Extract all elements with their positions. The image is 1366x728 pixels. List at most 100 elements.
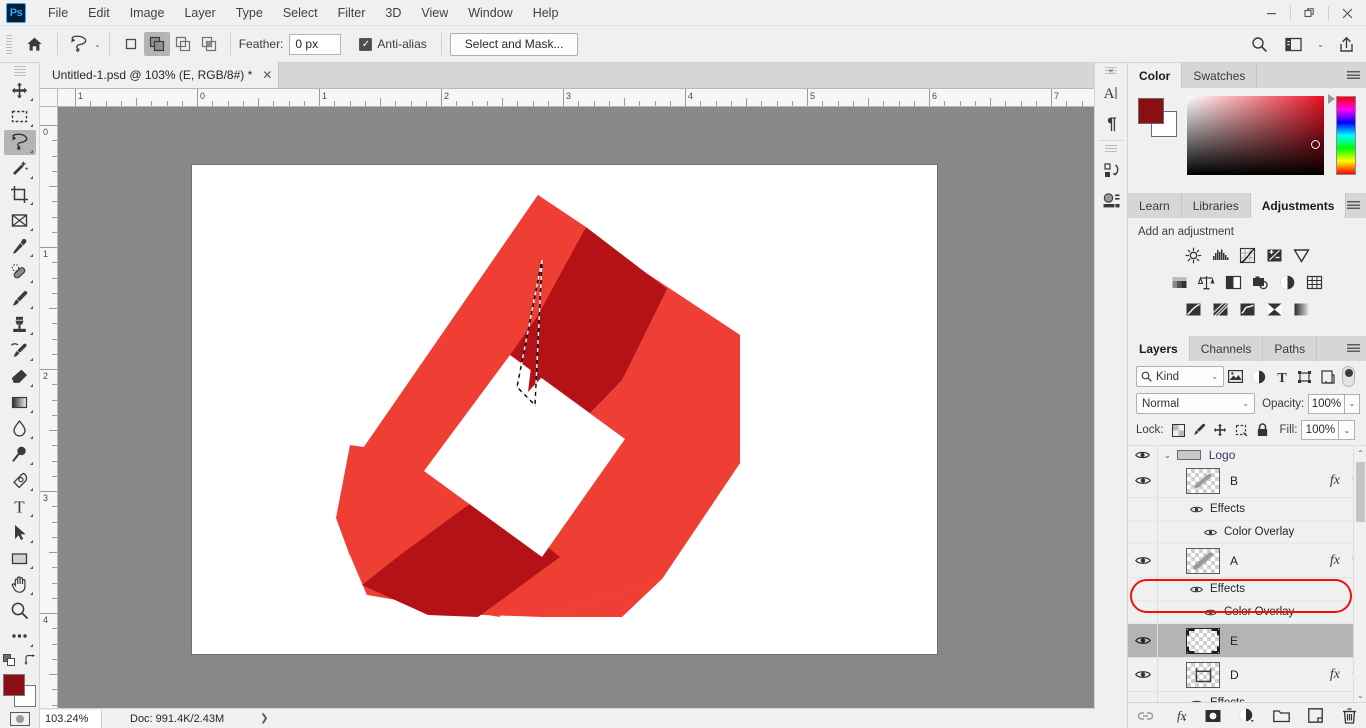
tab-swatches[interactable]: Swatches — [1182, 63, 1258, 88]
layer-filter-chevron-icon[interactable]: ⌄ — [1211, 372, 1218, 381]
menu-type[interactable]: Type — [226, 1, 273, 25]
add-layer-mask-icon[interactable] — [1204, 707, 1222, 725]
zoom-level-input[interactable]: 103.24% — [40, 709, 102, 728]
new-layer-icon[interactable] — [1306, 707, 1324, 725]
menu-select[interactable]: Select — [273, 1, 328, 25]
menu-edit[interactable]: Edit — [78, 1, 120, 25]
group-expand-chevron-icon[interactable]: ⌄ — [1164, 451, 1171, 460]
lock-artboard-nesting-icon[interactable] — [1231, 420, 1252, 440]
pen-tool[interactable] — [4, 468, 36, 493]
search-icon[interactable] — [1247, 32, 1271, 56]
exposure-icon[interactable] — [1264, 245, 1284, 265]
filter-smart-object-icon[interactable] — [1316, 366, 1339, 387]
tab-adjustments[interactable]: Adjustments — [1250, 193, 1347, 218]
clone-stamp-tool[interactable] — [4, 312, 36, 337]
color-overlay-visibility-icon-a[interactable] — [1202, 608, 1218, 617]
layer-row-b[interactable]: B fx ⌃ — [1128, 464, 1366, 498]
paragraph-panel-icon[interactable]: ¶ — [1095, 108, 1129, 138]
layer-visibility-icon-b[interactable] — [1128, 464, 1158, 497]
menu-filter[interactable]: Filter — [328, 1, 376, 25]
crop-tool[interactable] — [4, 182, 36, 207]
layer-thumbnail-a[interactable] — [1186, 547, 1220, 574]
canvas-area[interactable] — [58, 107, 1095, 708]
layer-color-overlay-row-a[interactable]: Color Overlay — [1128, 601, 1366, 624]
brush-tool[interactable] — [4, 286, 36, 311]
effects-visibility-icon-d[interactable] — [1188, 699, 1204, 702]
layer-name-e[interactable]: E — [1230, 634, 1238, 648]
document-tab-close-icon[interactable]: ✕ — [262, 68, 272, 82]
layer-effects-row-b[interactable]: Effects — [1128, 498, 1366, 521]
eyedropper-tool[interactable] — [4, 234, 36, 259]
color-field[interactable] — [1187, 96, 1325, 175]
tool-preset-chevron-icon[interactable]: ⌄ — [94, 40, 101, 49]
share-icon[interactable] — [1334, 32, 1358, 56]
invert-icon[interactable] — [1183, 299, 1203, 319]
workspace-switcher-icon[interactable] — [1281, 32, 1305, 56]
layer-row-d[interactable]: D fx ⌃ — [1128, 658, 1366, 692]
lasso-tool-icon[interactable] — [66, 31, 92, 57]
layer-visibility-icon-d[interactable] — [1128, 658, 1158, 691]
posterize-icon[interactable] — [1210, 299, 1230, 319]
adjustments-panel-menu-icon[interactable] — [1347, 193, 1360, 218]
magic-wand-tool[interactable] — [4, 156, 36, 181]
collapse-panels-icon[interactable]: « — [1094, 63, 1128, 77]
layer-visibility-icon-logo[interactable] — [1128, 446, 1158, 464]
opacity-stepper-icon[interactable]: ⌄ — [1344, 393, 1360, 414]
minimize-button[interactable] — [1253, 0, 1290, 26]
layer-visibility-icon-a[interactable] — [1128, 544, 1158, 577]
gradient-map-icon[interactable] — [1264, 299, 1284, 319]
link-layers-icon[interactable] — [1136, 707, 1154, 725]
history-panel-icon[interactable] — [1095, 156, 1129, 186]
menu-image[interactable]: Image — [120, 1, 175, 25]
black-white-icon[interactable] — [1224, 272, 1244, 292]
layer-filter-kind-select[interactable]: Kind ⌄ — [1136, 366, 1224, 387]
hue-saturation-icon[interactable] — [1170, 272, 1190, 292]
layer-name-logo[interactable]: Logo — [1209, 448, 1236, 462]
opacity-input[interactable]: 100% — [1308, 393, 1345, 414]
threshold-icon[interactable] — [1237, 299, 1257, 319]
dock-strip-grip-2[interactable] — [1105, 145, 1117, 154]
layer-thumbnail-e[interactable] — [1186, 627, 1220, 654]
layer-name-a[interactable]: A — [1230, 554, 1238, 568]
tab-libraries[interactable]: Libraries — [1182, 193, 1251, 218]
layer-effects-row-a[interactable]: Effects — [1128, 578, 1366, 601]
layer-thumbnail-d[interactable] — [1186, 661, 1220, 688]
color-panel-swatches[interactable] — [1138, 98, 1177, 138]
intersect-with-selection-button[interactable] — [196, 32, 222, 56]
options-bar-grip[interactable] — [4, 33, 14, 55]
menu-window[interactable]: Window — [458, 1, 522, 25]
levels-icon[interactable] — [1210, 245, 1230, 265]
add-layer-style-icon[interactable]: fx — [1170, 707, 1188, 725]
new-fill-adjustment-layer-icon[interactable] — [1238, 707, 1256, 725]
vibrance-icon[interactable] — [1291, 245, 1311, 265]
curves-icon[interactable] — [1237, 245, 1257, 265]
blend-mode-chevron-icon[interactable]: ⌄ — [1242, 399, 1249, 408]
layers-scroll-thumb[interactable] — [1356, 462, 1365, 522]
hue-slider-marker[interactable] — [1328, 94, 1336, 104]
status-expand-icon[interactable]: ❯ — [260, 713, 268, 724]
lock-all-icon[interactable] — [1252, 420, 1273, 440]
history-brush-tool[interactable] — [4, 338, 36, 363]
layer-row-a[interactable]: A fx ⌃ — [1128, 544, 1366, 578]
spot-healing-brush-tool[interactable] — [4, 260, 36, 285]
edit-toolbar-tool[interactable] — [4, 624, 36, 649]
layer-row-e[interactable]: E — [1128, 624, 1366, 658]
layer-fx-icon-d[interactable]: fx — [1330, 667, 1340, 683]
filter-adjustment-icon[interactable] — [1247, 366, 1270, 387]
lock-image-pixels-icon[interactable] — [1189, 420, 1210, 440]
layers-scroll-down-icon[interactable]: ⌄ — [1354, 688, 1366, 702]
layers-scroll-up-icon[interactable]: ⌃ — [1354, 446, 1366, 460]
channel-mixer-icon[interactable] — [1278, 272, 1298, 292]
frame-tool[interactable] — [4, 208, 36, 233]
color-swatches[interactable] — [2, 673, 37, 707]
layer-thumbnail-b[interactable] — [1186, 467, 1220, 494]
select-and-mask-button[interactable]: Select and Mask... — [449, 32, 579, 56]
new-group-icon[interactable] — [1272, 707, 1290, 725]
rectangle-tool[interactable] — [4, 546, 36, 571]
gradient-tool[interactable] — [4, 390, 36, 415]
blur-tool[interactable] — [4, 416, 36, 441]
blend-mode-select[interactable]: Normal ⌄ — [1136, 393, 1256, 414]
effects-visibility-icon-b[interactable] — [1188, 505, 1204, 514]
filter-pixel-icon[interactable] — [1224, 366, 1247, 387]
filter-toggle[interactable] — [1342, 366, 1355, 387]
